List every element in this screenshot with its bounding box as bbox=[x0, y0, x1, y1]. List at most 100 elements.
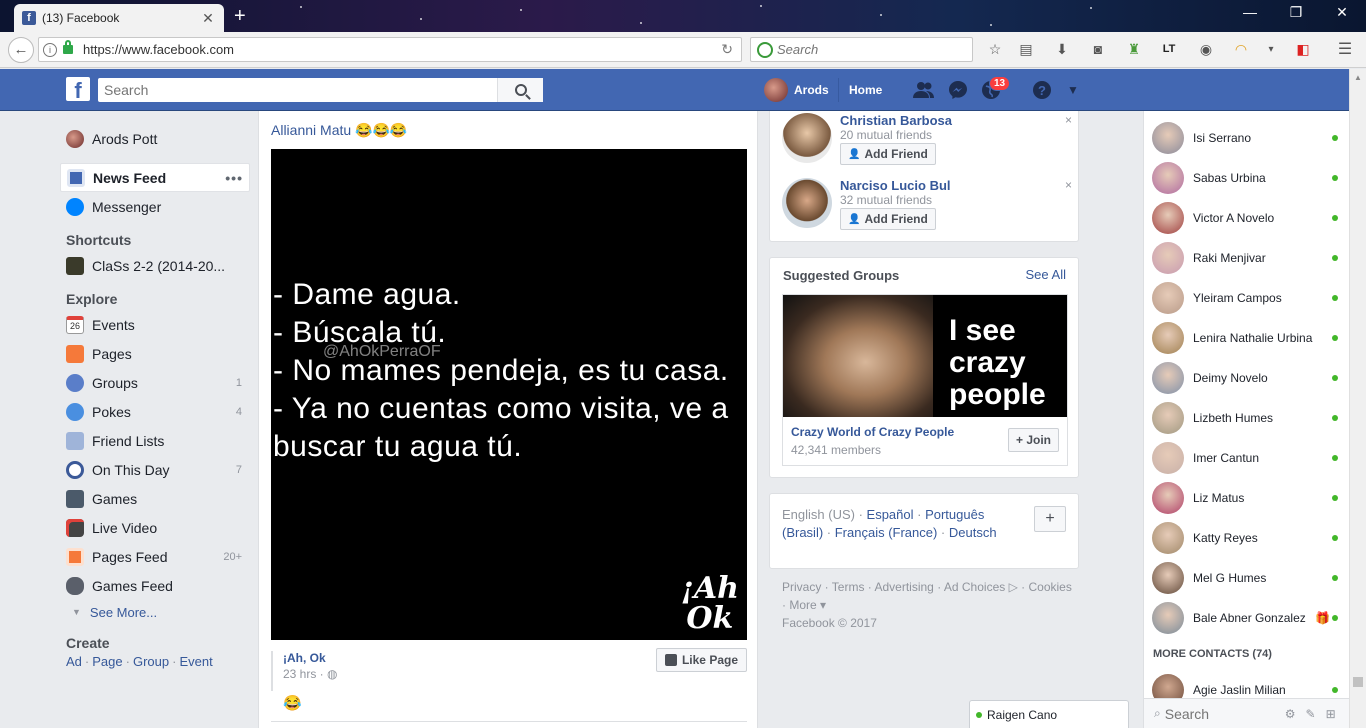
birthday-gift-icon[interactable]: 🎁 bbox=[1315, 611, 1330, 625]
new-tab-button[interactable]: + bbox=[234, 6, 246, 26]
mutual-friends[interactable]: 32 mutual friends bbox=[840, 193, 932, 207]
close-icon[interactable]: × bbox=[1065, 113, 1072, 127]
back-button[interactable]: ← bbox=[8, 36, 34, 63]
footer-link-terms[interactable]: Terms bbox=[832, 580, 865, 594]
facebook-search[interactable] bbox=[98, 78, 543, 102]
post-image[interactable]: - Dame agua. - Búscala tú. - No mames pe… bbox=[271, 149, 747, 640]
bookmark-star-icon[interactable]: ☆ bbox=[986, 40, 1004, 58]
sidebar-item-events[interactable]: 26 Events bbox=[60, 310, 250, 339]
sidebar-item-games-feed[interactable]: Games Feed bbox=[60, 571, 250, 600]
create-page-link[interactable]: Page bbox=[92, 654, 122, 669]
rainbow-icon[interactable]: ◠ bbox=[1232, 40, 1250, 58]
shared-page-name[interactable]: ¡Ah, Ok bbox=[283, 651, 326, 665]
footer-link-more[interactable]: More ▾ bbox=[789, 598, 826, 612]
sidebar-item-on-this-day[interactable]: On This Day 7 bbox=[60, 455, 250, 484]
restore-button[interactable]: ❐ bbox=[1276, 4, 1316, 21]
profile-link[interactable]: Arods bbox=[764, 78, 829, 102]
reading-list-icon[interactable]: ▤ bbox=[1017, 40, 1035, 58]
contact-item[interactable]: Lenira Nathalie Urbina bbox=[1152, 320, 1342, 356]
reload-icon[interactable]: ↻ bbox=[721, 41, 733, 58]
close-tab-icon[interactable]: ✕ bbox=[200, 10, 216, 27]
contact-item[interactable]: Sabas Urbina bbox=[1152, 160, 1342, 196]
new-group-icon[interactable]: ⊞ bbox=[1326, 707, 1336, 721]
sidebar-item-friend-lists[interactable]: Friend Lists bbox=[60, 426, 250, 455]
dropdown-icon[interactable]: ▾ bbox=[1262, 40, 1280, 58]
color-picker-icon[interactable]: ◉ bbox=[1197, 40, 1215, 58]
chat-search-input[interactable] bbox=[1164, 705, 1275, 722]
group-card[interactable]: I see crazy people Crazy World of Crazy … bbox=[782, 294, 1068, 466]
menu-icon[interactable]: ☰ bbox=[1336, 40, 1354, 58]
messenger-icon[interactable] bbox=[947, 79, 969, 101]
page-scrollbar[interactable]: ▲ bbox=[1349, 69, 1366, 728]
language-link[interactable]: Español bbox=[867, 507, 914, 522]
create-event-link[interactable]: Event bbox=[179, 654, 212, 669]
compose-icon[interactable]: ✎ bbox=[1306, 707, 1316, 721]
contact-item[interactable]: Raki Menjivar bbox=[1152, 240, 1342, 276]
contact-item[interactable]: Liz Matus bbox=[1152, 480, 1342, 516]
group-cover-image[interactable]: I see crazy people bbox=[783, 295, 1067, 417]
language-link[interactable]: Deutsch bbox=[949, 525, 997, 540]
mutual-friends[interactable]: 20 mutual friends bbox=[840, 128, 932, 142]
create-ad-link[interactable]: Ad bbox=[66, 654, 82, 669]
post-author[interactable]: Allianni Matu 😂😂😂 bbox=[271, 122, 407, 139]
sidebar-item-pages-feed[interactable]: Pages Feed 20+ bbox=[60, 542, 250, 571]
contact-item[interactable]: Katty Reyes bbox=[1152, 520, 1342, 556]
friend-requests-icon[interactable] bbox=[913, 79, 935, 101]
group-name[interactable]: Crazy World of Crazy People bbox=[791, 425, 954, 439]
footer-link-privacy[interactable]: Privacy bbox=[782, 580, 821, 594]
languagetool-icon[interactable]: LT bbox=[1160, 40, 1178, 58]
contact-item[interactable]: Bale Abner Gonzalez 🎁 bbox=[1152, 600, 1342, 636]
contact-item[interactable]: Isi Serrano bbox=[1152, 120, 1342, 156]
contact-item[interactable]: Imer Cantun bbox=[1152, 440, 1342, 476]
language-link[interactable]: Français (France) bbox=[835, 525, 938, 540]
add-friend-button[interactable]: 👤 Add Friend bbox=[840, 208, 936, 230]
minimize-button[interactable]: — bbox=[1230, 4, 1270, 20]
facebook-logo-icon[interactable]: f bbox=[66, 77, 90, 101]
sidebar-item-live-video[interactable]: Live Video bbox=[60, 513, 250, 542]
close-window-button[interactable]: ✕ bbox=[1322, 4, 1362, 21]
see-more-link[interactable]: ▼ See More... bbox=[60, 600, 250, 624]
avatar[interactable] bbox=[782, 113, 832, 163]
sidebar-item-pages[interactable]: Pages bbox=[60, 339, 250, 368]
close-icon[interactable]: × bbox=[1065, 178, 1072, 192]
pocket-icon[interactable]: ◙ bbox=[1089, 40, 1107, 58]
footer-link-advertising[interactable]: Advertising bbox=[874, 580, 933, 594]
avatar[interactable] bbox=[782, 178, 832, 228]
browser-search-input[interactable] bbox=[777, 42, 957, 57]
sidebar-item-games[interactable]: Games bbox=[60, 484, 250, 513]
addon-icon[interactable]: ◧ bbox=[1294, 40, 1312, 58]
add-friend-button[interactable]: 👤 Add Friend bbox=[840, 143, 936, 165]
home-link[interactable]: Home bbox=[838, 78, 892, 102]
sidebar-item-groups[interactable]: Groups 1 bbox=[60, 368, 250, 397]
facebook-search-input[interactable] bbox=[98, 78, 497, 102]
pymk-name[interactable]: Christian Barbosa bbox=[840, 113, 952, 128]
footer-link-cookies[interactable]: Cookies bbox=[1028, 580, 1071, 594]
join-group-button[interactable]: + Join bbox=[1007, 428, 1059, 452]
sidebar-item-profile[interactable]: Arods Pott bbox=[60, 124, 250, 153]
see-all-link[interactable]: See All bbox=[1026, 267, 1066, 282]
extension-icon[interactable]: ♜ bbox=[1125, 40, 1143, 58]
sidebar-item-news-feed[interactable]: News Feed ••• bbox=[60, 163, 250, 192]
pymk-name[interactable]: Narciso Lucio Bul bbox=[840, 178, 951, 193]
browser-search-box[interactable] bbox=[750, 37, 973, 62]
more-options-icon[interactable]: ••• bbox=[225, 170, 243, 186]
contact-item[interactable]: Lizbeth Humes bbox=[1152, 400, 1342, 436]
gear-icon[interactable]: ⚙ bbox=[1285, 707, 1296, 721]
account-dropdown-icon[interactable]: ▼ bbox=[1062, 79, 1084, 101]
contact-item[interactable]: Deimy Novelo bbox=[1152, 360, 1342, 396]
search-button[interactable] bbox=[497, 78, 543, 102]
like-page-button[interactable]: Like Page bbox=[655, 648, 747, 672]
address-bar[interactable]: i https://www.facebook.com ↻ bbox=[38, 37, 742, 62]
browser-tab[interactable]: f (13) Facebook ✕ bbox=[14, 4, 224, 32]
info-icon[interactable]: i bbox=[43, 42, 57, 57]
sidebar-item-messenger[interactable]: Messenger bbox=[60, 192, 250, 221]
scroll-up-icon[interactable]: ▲ bbox=[1354, 73, 1362, 82]
help-icon[interactable]: ? bbox=[1031, 79, 1053, 101]
create-group-link[interactable]: Group bbox=[133, 654, 169, 669]
sidebar-item-shortcut-class[interactable]: ClaSs 2-2 (2014-20... bbox=[60, 251, 250, 280]
contact-item[interactable]: Victor A Novelo bbox=[1152, 200, 1342, 236]
post-timestamp[interactable]: 23 hrs · ◍ bbox=[283, 667, 338, 681]
scroll-thumb[interactable] bbox=[1353, 677, 1363, 687]
contact-item[interactable]: Yleiram Campos bbox=[1152, 280, 1342, 316]
more-languages-button[interactable]: + bbox=[1034, 506, 1066, 532]
